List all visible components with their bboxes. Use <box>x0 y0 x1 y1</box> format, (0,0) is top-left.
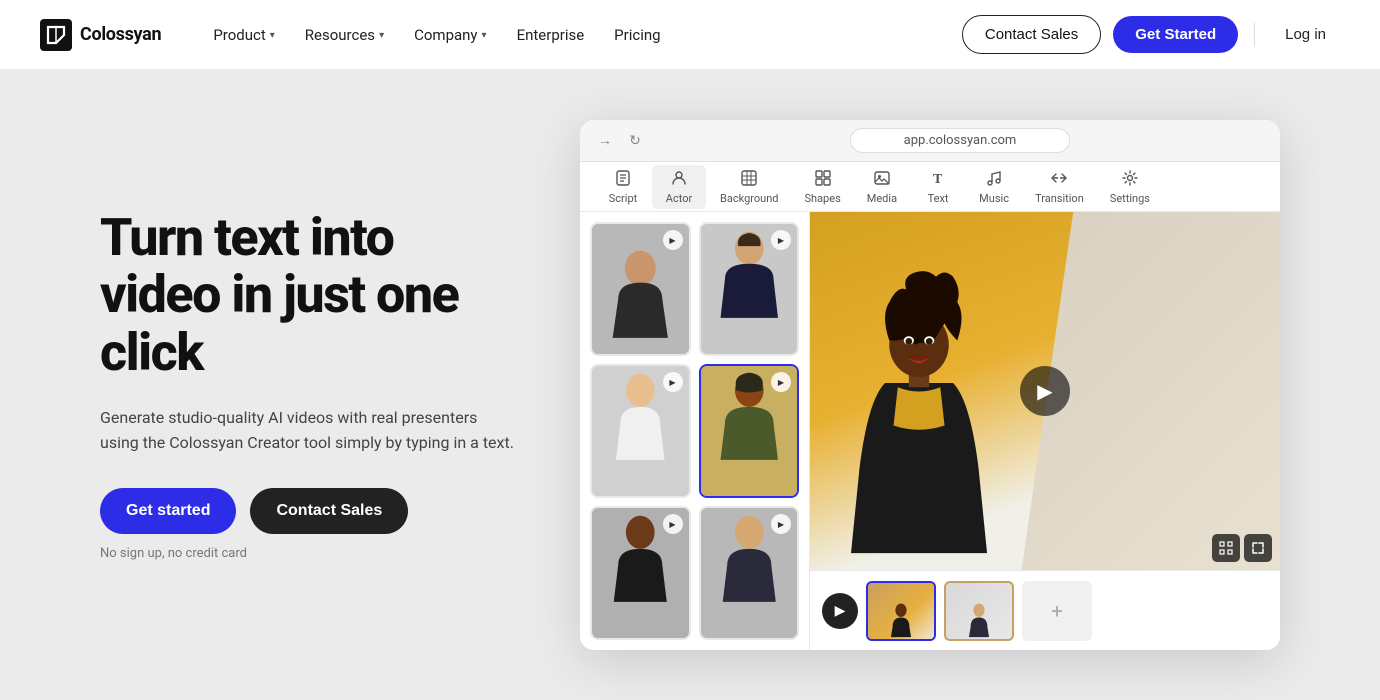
nav-enterprise[interactable]: Enterprise <box>505 18 597 52</box>
tool-media-label: Media <box>867 192 897 205</box>
tool-music-label: Music <box>979 192 1009 205</box>
tool-transition[interactable]: Transition <box>1023 165 1096 209</box>
preview-main: ▶ <box>810 212 1280 570</box>
tool-background[interactable]: Background <box>708 165 790 209</box>
settings-icon <box>1121 169 1139 190</box>
tool-actor[interactable]: Actor <box>652 165 706 209</box>
hero-section: Turn text into video in just one click G… <box>0 70 1380 700</box>
contact-sales-button[interactable]: Contact Sales <box>962 15 1101 54</box>
actor-name-ryan: Ryan <box>592 354 689 356</box>
actor-name-ayesha: Ayesha <box>701 496 798 498</box>
actor-card-ryan[interactable]: ▶ Ryan <box>590 222 691 356</box>
tool-text[interactable]: T Text <box>911 165 965 209</box>
filmstrip: ▶ <box>810 570 1280 650</box>
actor-card-6[interactable]: ▶ <box>699 506 800 640</box>
hero-title: Turn text into video in just one click <box>100 209 520 381</box>
tool-transition-label: Transition <box>1035 192 1084 205</box>
actor-play-icon[interactable]: ▶ <box>771 514 791 534</box>
media-icon <box>873 169 891 190</box>
tool-settings[interactable]: Settings <box>1098 165 1162 209</box>
background-icon <box>740 169 758 190</box>
preview-area: ▶ ▶ <box>810 212 1280 650</box>
preview-controls <box>1212 534 1272 562</box>
hero-content: Turn text into video in just one click G… <box>100 209 520 561</box>
actor-card-ayesha[interactable]: ▶ Ayesha <box>699 364 800 498</box>
svg-text:T: T <box>933 172 943 187</box>
expand-icon[interactable] <box>1244 534 1272 562</box>
browser-url-bar[interactable]: app.colossyan.com <box>850 128 1070 153</box>
login-button[interactable]: Log in <box>1271 18 1340 51</box>
chevron-down-icon: ▾ <box>379 30 384 41</box>
actor-name-5 <box>592 638 689 640</box>
hero-description: Generate studio-quality AI videos with r… <box>100 405 520 456</box>
nav-actions: Contact Sales Get Started Log in <box>962 15 1340 54</box>
tool-settings-label: Settings <box>1110 192 1150 205</box>
tool-shapes-label: Shapes <box>804 192 840 205</box>
filmstrip-add-button[interactable]: + <box>1022 581 1092 641</box>
actor-play-icon[interactable]: ▶ <box>663 372 683 392</box>
nav-pricing[interactable]: Pricing <box>602 18 672 52</box>
browser-bar: → ↻ app.colossyan.com <box>580 120 1280 162</box>
tool-actor-label: Actor <box>666 192 692 205</box>
browser-mockup: → ↻ app.colossyan.com Script Actor <box>580 120 1280 650</box>
script-icon <box>614 169 632 190</box>
get-started-button[interactable]: Get Started <box>1113 16 1238 53</box>
shapes-icon <box>814 169 832 190</box>
filmstrip-thumb-1[interactable] <box>866 581 936 641</box>
text-icon: T <box>929 169 947 190</box>
actor-icon <box>670 169 688 190</box>
nav-resources[interactable]: Resources ▾ <box>293 18 396 52</box>
actor-play-icon[interactable]: ▶ <box>663 230 683 250</box>
preview-play-button[interactable]: ▶ <box>1020 366 1070 416</box>
filmstrip-play-button[interactable]: ▶ <box>822 593 858 629</box>
actor-card-5[interactable]: ▶ <box>590 506 691 640</box>
transition-icon <box>1050 169 1068 190</box>
tool-script-label: Script <box>609 192 637 205</box>
logo-text: Colossyan <box>80 24 161 45</box>
chevron-down-icon: ▾ <box>482 30 487 41</box>
chevron-down-icon: ▾ <box>270 30 275 41</box>
navbar: Colossyan Product ▾ Resources ▾ Company … <box>0 0 1380 70</box>
browser-refresh-icon[interactable]: ↻ <box>624 130 646 152</box>
tool-media[interactable]: Media <box>855 165 909 209</box>
fullscreen-icon[interactable] <box>1212 534 1240 562</box>
tool-bg-label: Background <box>720 192 778 205</box>
tool-text-label: Text <box>928 192 949 205</box>
logo-icon <box>40 19 72 51</box>
nav-links: Product ▾ Resources ▾ Company ▾ Enterpri… <box>201 18 962 52</box>
actor-name-6 <box>701 638 798 640</box>
actor-card-mia[interactable]: ▶ Mia <box>699 222 800 356</box>
tool-shapes[interactable]: Shapes <box>792 165 852 209</box>
hero-contact-sales-button[interactable]: Contact Sales <box>250 488 408 534</box>
nav-divider <box>1254 23 1255 47</box>
tool-music[interactable]: Music <box>967 165 1021 209</box>
app-toolbar: Script Actor Background Shapes <box>580 162 1280 212</box>
actor-play-icon[interactable]: ▶ <box>771 230 791 250</box>
browser-back-icon[interactable]: → <box>594 130 616 152</box>
actor-play-icon[interactable]: ▶ <box>663 514 683 534</box>
actor-name-lewis: Lewis <box>592 496 689 498</box>
logo[interactable]: Colossyan <box>40 19 161 51</box>
hero-note: No sign up, no credit card <box>100 546 520 561</box>
nav-product[interactable]: Product ▾ <box>201 18 286 52</box>
actor-card-lewis[interactable]: ▶ Lewis <box>590 364 691 498</box>
music-icon <box>985 169 1003 190</box>
hero-buttons: Get started Contact Sales <box>100 488 520 534</box>
actor-play-icon[interactable]: ▶ <box>771 372 791 392</box>
actor-name-mia: Mia <box>701 354 798 356</box>
hero-get-started-button[interactable]: Get started <box>100 488 236 534</box>
nav-company[interactable]: Company ▾ <box>402 18 498 52</box>
filmstrip-thumb-2[interactable] <box>944 581 1014 641</box>
app-content: ▶ Ryan ▶ <box>580 212 1280 650</box>
actor-grid: ▶ Ryan ▶ <box>580 212 810 650</box>
tool-script[interactable]: Script <box>596 165 650 209</box>
